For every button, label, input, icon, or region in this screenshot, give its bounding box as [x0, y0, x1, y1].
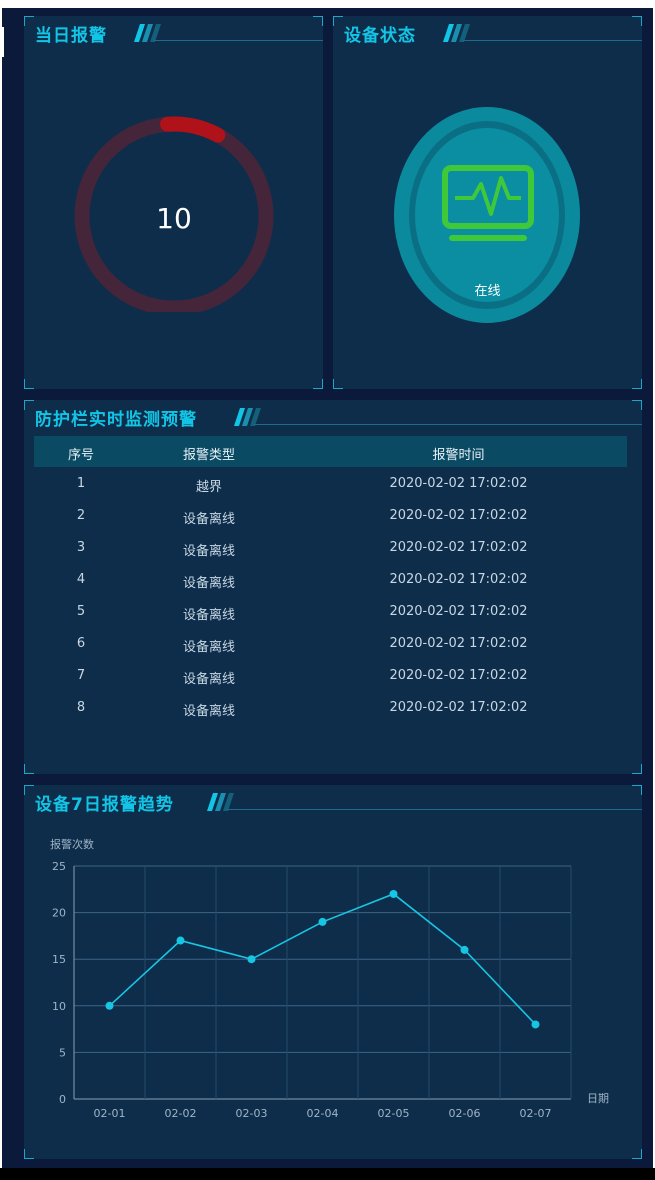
y-tick-label: 0 — [59, 1093, 66, 1106]
column-header[interactable]: 序号 — [34, 444, 128, 463]
data-point — [318, 917, 327, 926]
data-point — [105, 1001, 114, 1010]
data-point — [176, 936, 185, 945]
column-header[interactable]: 报警时间 — [290, 444, 627, 463]
corner-decoration — [24, 400, 34, 410]
panel-device-status: 设备状态 在线 — [333, 16, 642, 389]
side-tab[interactable] — [0, 27, 4, 57]
row-index: 7 — [76, 668, 86, 683]
corner-decoration — [333, 16, 343, 26]
panel-title: 防护栏实时监测预警 — [35, 410, 197, 430]
row-index: 1 — [76, 476, 86, 491]
row-index: 4 — [76, 572, 86, 587]
alarm-type: 设备离线 — [182, 640, 235, 655]
alarm-time: 2020-02-02 17:02:02 — [389, 476, 528, 491]
alarm-type: 设备离线 — [182, 576, 235, 591]
panel-trend: 设备7日报警趋势 0 5 10 15 20 25 02-01 02-02 02-03 02-04 0… — [24, 785, 642, 1159]
corner-decoration — [24, 764, 34, 774]
alarm-time: 2020-02-02 17:02:02 — [389, 604, 528, 619]
x-tick-label: 02-01 — [94, 1107, 126, 1120]
data-point — [247, 955, 256, 964]
x-tick-label: 02-05 — [378, 1107, 410, 1120]
corner-decoration — [24, 379, 34, 389]
alarm-type: 设备离线 — [182, 608, 235, 623]
x-tick-label: 02-07 — [520, 1107, 552, 1120]
corner-decoration — [313, 379, 323, 389]
status-label: 在线 — [474, 284, 501, 299]
title-underline — [463, 40, 642, 41]
alarm-type: 设备离线 — [182, 704, 235, 719]
corner-decoration — [333, 379, 343, 389]
alarm-type: 设备离线 — [182, 544, 235, 559]
data-point — [389, 889, 398, 898]
alarm-type: 设备离线 — [182, 512, 235, 527]
corner-decoration — [24, 16, 34, 26]
row-index: 6 — [76, 636, 86, 651]
table-header: 序号 报警类型 报警时间 — [34, 436, 627, 467]
x-tick-label: 02-06 — [449, 1107, 481, 1120]
table-row[interactable]: 1 越界 2020-02-02 17:02:02 — [34, 469, 627, 501]
y-tick-label: 10 — [52, 1000, 66, 1013]
y-tick-label: 20 — [52, 907, 66, 920]
corner-decoration — [632, 379, 642, 389]
corner-decoration — [313, 16, 323, 26]
row-index: 5 — [76, 604, 86, 619]
alarm-count: 10 — [156, 202, 192, 235]
data-point — [531, 1020, 540, 1029]
corner-decoration — [632, 400, 642, 410]
row-index: 3 — [76, 540, 86, 555]
alarm-time: 2020-02-02 17:02:02 — [389, 540, 528, 555]
alarm-time: 2020-02-02 17:02:02 — [389, 700, 528, 715]
panel-title: 设备状态 — [344, 26, 416, 46]
panel-realtime-alerts: 防护栏实时监测预警 序号 报警类型 报警时间 1 越界 2020-02-02 1… — [24, 400, 642, 774]
alarm-time: 2020-02-02 17:02:02 — [389, 572, 528, 587]
table-row[interactable]: 5 设备离线 2020-02-02 17:02:02 — [34, 597, 627, 629]
bottom-bar — [0, 1168, 655, 1180]
alarm-time: 2020-02-02 17:02:02 — [389, 668, 528, 683]
y-tick-label: 15 — [52, 953, 66, 966]
monitor-pulse-icon — [442, 165, 534, 241]
y-tick-label: 5 — [59, 1046, 66, 1059]
x-tick-label: 02-03 — [236, 1107, 268, 1120]
column-header[interactable]: 报警类型 — [128, 444, 290, 463]
title-underline — [154, 40, 323, 41]
alarm-time: 2020-02-02 17:02:02 — [389, 508, 528, 523]
x-axis-label: 日期 — [587, 1092, 609, 1105]
corner-decoration — [632, 16, 642, 26]
x-tick-label: 02-02 — [165, 1107, 197, 1120]
row-index: 8 — [76, 700, 86, 715]
table-row[interactable]: 8 设备离线 2020-02-02 17:02:02 — [34, 693, 627, 725]
alarm-time: 2020-02-02 17:02:02 — [389, 636, 528, 651]
panel-alarm-today: 当日报警 10 — [24, 16, 323, 389]
table-row[interactable]: 6 设备离线 2020-02-02 17:02:02 — [34, 629, 627, 661]
panel-title: 当日报警 — [35, 26, 107, 46]
trend-chart: 0 5 10 15 20 25 02-01 02-02 02-03 02-04 02-05 02-06… — [50, 837, 609, 1120]
y-axis-label: 报警次数 — [50, 837, 94, 851]
alarm-type: 设备离线 — [182, 672, 235, 687]
table-row[interactable]: 3 设备离线 2020-02-02 17:02:02 — [34, 533, 627, 565]
row-index: 2 — [76, 508, 86, 523]
table-row[interactable]: 2 设备离线 2020-02-02 17:02:02 — [34, 501, 627, 533]
table-row[interactable]: 7 设备离线 2020-02-02 17:02:02 — [34, 661, 627, 693]
corner-decoration — [632, 764, 642, 774]
y-tick-label: 25 — [52, 860, 66, 873]
alarm-type: 越界 — [195, 480, 222, 495]
x-tick-label: 02-04 — [307, 1107, 339, 1120]
table-row[interactable]: 4 设备离线 2020-02-02 17:02:02 — [34, 565, 627, 597]
data-point — [460, 945, 469, 954]
title-underline — [254, 424, 642, 425]
